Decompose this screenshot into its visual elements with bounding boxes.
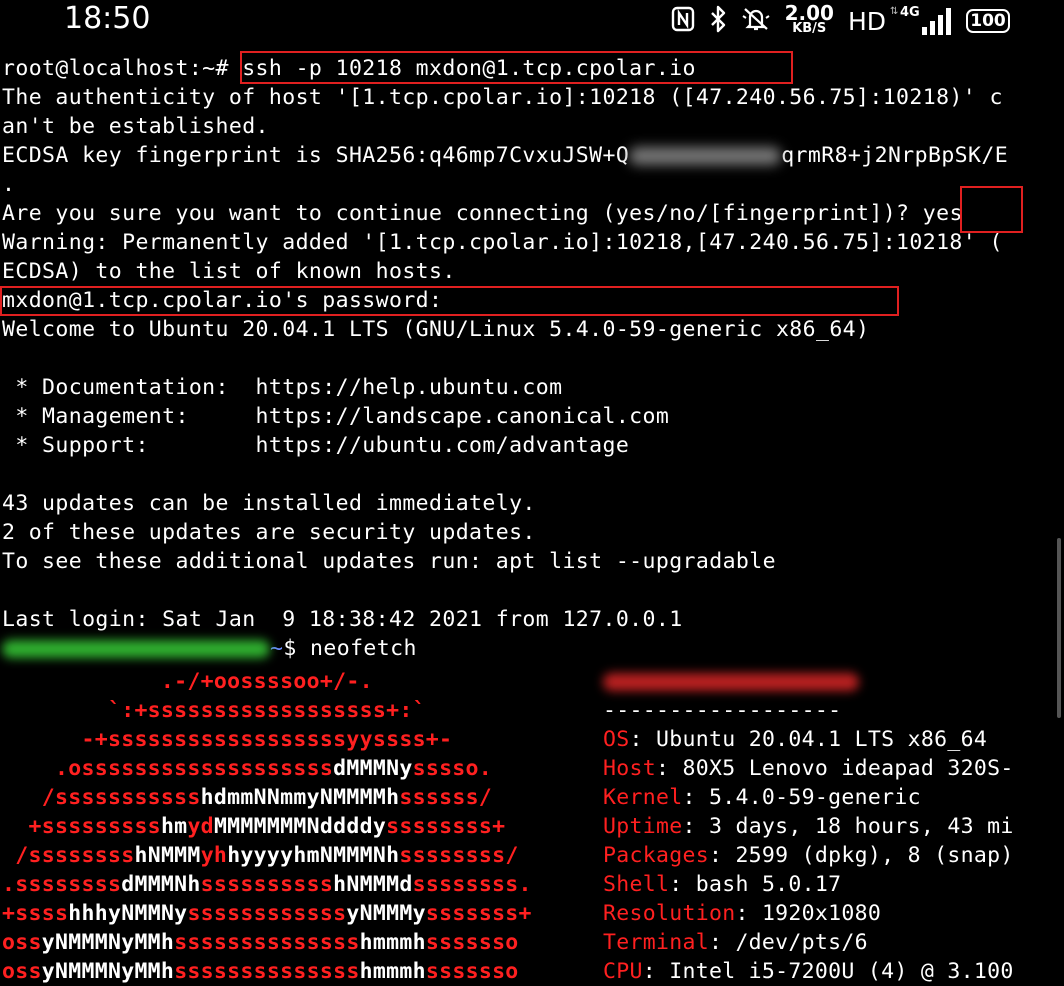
ascii-art-line: `:+ssssssssssssssssss+:` — [2, 698, 426, 723]
hd-indicator: HD — [847, 6, 886, 36]
info-key: Shell — [603, 872, 670, 897]
ascii-art-line: -+ssssssssssssssssssyyssss+- — [2, 727, 453, 752]
confirm-answer: yes — [922, 201, 963, 226]
info-value: : 2599 (dpkg), 8 (snap) — [708, 843, 1014, 868]
info-key: CPU — [603, 959, 643, 984]
battery-level: 100 — [970, 11, 1006, 31]
info-value: : Ubuntu 20.04.1 LTS x86_64 — [629, 727, 988, 752]
info-key: Kernel — [603, 785, 683, 810]
fingerprint-line: ECDSA key fingerprint is SHA256:q46mp7Cv… — [2, 141, 1062, 170]
battery-icon: 100 — [966, 9, 1010, 33]
info-key: Uptime — [603, 814, 683, 839]
network-speed: 2.00 KB/S — [784, 1, 834, 37]
prompt-path: ~ — [270, 636, 284, 661]
terminal-output[interactable]: root@localhost:~# ssh -p 10218 mxdon@1.t… — [2, 54, 1062, 663]
info-value: : 3 days, 18 hours, 43 mi — [682, 814, 1014, 839]
info-value: : 80X5 Lenovo ideapad 320S- — [655, 756, 1014, 781]
confirm-line: Are you sure you want to continue connec… — [2, 199, 1062, 228]
terminal-line: * Support: https://ubuntu.com/advantage — [2, 433, 630, 458]
info-row-os: OS: Ubuntu 20.04.1 LTS x86_64 — [603, 725, 1063, 754]
terminal-line: an't be established. — [2, 114, 269, 139]
fingerprint-suffix: qrmR8+j2NrpBpSK/E — [781, 143, 1009, 168]
ascii-art-line: .osssssssssssssssssssdMMMNysssso. — [2, 756, 493, 781]
terminal-line: * Management: https://landscape.canonica… — [2, 404, 670, 429]
neofetch-command: $ neofetch — [283, 636, 417, 661]
confirm-question: Are you sure you want to continue connec… — [2, 201, 923, 226]
highlight-ssh-command — [240, 51, 793, 84]
terminal-line: The authenticity of host '[1.tcp.cpolar.… — [2, 85, 1003, 110]
terminal-line: ECDSA) to the list of known hosts. — [2, 259, 456, 284]
ascii-art-line: .ssssssssdMMMNhsssssssssshNMMMdssssssss. — [2, 872, 532, 897]
info-row-resolution: Resolution: 1920x1080 — [603, 899, 1063, 928]
status-time: 18:50 — [64, 1, 151, 36]
ascii-art-line: .-/+oossssoo+/-. — [2, 669, 373, 694]
terminal-line: 43 updates can be installed immediately. — [2, 491, 536, 516]
status-icons: 2.00 KB/S HD ⇅ 4G 100 — [671, 2, 1010, 40]
info-row-cpu: CPU: Intel i5-7200U (4) @ 3.100 — [603, 957, 1063, 986]
terminal-line: . — [2, 172, 16, 197]
info-key: Terminal — [603, 930, 709, 955]
info-row-host: Host: 80X5 Lenovo ideapad 320S- — [603, 754, 1063, 783]
neofetch-info: ------------------ OS: Ubuntu 20.04.1 LT… — [603, 667, 1063, 986]
info-value: : bash 5.0.17 — [669, 872, 842, 897]
info-key: Host — [603, 756, 656, 781]
info-row-kernel: Kernel: 5.4.0-59-generic — [603, 783, 1063, 812]
terminal-line: To see these additional updates run: apt… — [2, 549, 776, 574]
info-key: Packages — [603, 843, 709, 868]
info-row-uptime: Uptime: 3 days, 18 hours, 43 mi — [603, 812, 1063, 841]
speed-unit: KB/S — [792, 21, 827, 36]
highlight-yes — [960, 186, 1023, 233]
ascii-art-line: ossyNMMMNyMMhsssssssssssssshmmmhsssssso — [2, 930, 519, 955]
info-row-packages: Packages: 2599 (dpkg), 8 (snap) — [603, 841, 1063, 870]
redacted-fingerprint — [629, 147, 782, 165]
info-row-terminal: Terminal: /dev/pts/6 — [603, 928, 1063, 957]
cellular-signal: ⇅ 4G — [890, 5, 952, 37]
terminal-line: Last login: Sat Jan 9 18:38:42 2021 from… — [2, 607, 683, 632]
ascii-art-line: ossyNMMMNyMMhsssssssssssssshmmmhsssssso — [2, 959, 519, 984]
scrollbar-thumb[interactable] — [1057, 538, 1061, 718]
ascii-art-line: /ssssssssssshdmmNNmmyNMMMMhssssss/ — [2, 785, 493, 810]
terminal-line: Warning: Permanently added '[1.tcp.cpola… — [2, 230, 1003, 255]
bluetooth-icon — [709, 5, 727, 37]
status-bar: 18:50 2.00 KB/S HD ⇅ 4G 100 — [0, 0, 1064, 46]
info-key: Resolution — [603, 901, 736, 926]
ascii-art-line: +ssssssssshmydMMMMMMMNddddyssssssss+ — [2, 814, 506, 839]
user-prompt-line: ~$ neofetch — [2, 634, 1062, 663]
fingerprint-prefix: ECDSA key fingerprint is SHA256:q46mp7Cv… — [2, 143, 630, 168]
highlight-password — [0, 286, 899, 316]
terminal-line: Welcome to Ubuntu 20.04.1 LTS (GNU/Linux… — [2, 317, 870, 342]
info-value: : Intel i5-7200U (4) @ 3.100 — [642, 959, 1014, 984]
silent-bell-icon — [741, 5, 771, 37]
network-type: 4G — [900, 5, 920, 20]
redacted-hostname-row — [603, 667, 1063, 696]
info-key: OS — [603, 727, 630, 752]
speed-value: 2.00 — [784, 1, 834, 25]
nfc-icon — [671, 6, 695, 36]
info-value: : /dev/pts/6 — [708, 930, 868, 955]
redacted-username — [2, 640, 270, 658]
terminal-line: 2 of these updates are security updates. — [2, 520, 536, 545]
ubuntu-ascii-logo: .-/+oossssoo+/-. `:+ssssssssssssssssss+:… — [2, 667, 592, 986]
info-value: : 1920x1080 — [735, 901, 882, 926]
ascii-art-line: /sssssssshNMMMyhhyyyyhmNMMMNhssssssss/ — [2, 843, 519, 868]
signal-bars-icon — [922, 8, 951, 35]
root-prompt: root@localhost:~# — [2, 56, 243, 81]
terminal-line: * Documentation: https://help.ubuntu.com — [2, 375, 563, 400]
info-value: : 5.4.0-59-generic — [682, 785, 921, 810]
ascii-art-line: +sssshhhyNMMNyssssssssssssyNMMMysssssss+ — [2, 901, 532, 926]
info-row-shell: Shell: bash 5.0.17 — [603, 870, 1063, 899]
data-arrows-icon: ⇅ — [890, 6, 899, 17]
info-separator: ------------------ — [603, 698, 842, 723]
redacted-hostname — [603, 673, 859, 691]
